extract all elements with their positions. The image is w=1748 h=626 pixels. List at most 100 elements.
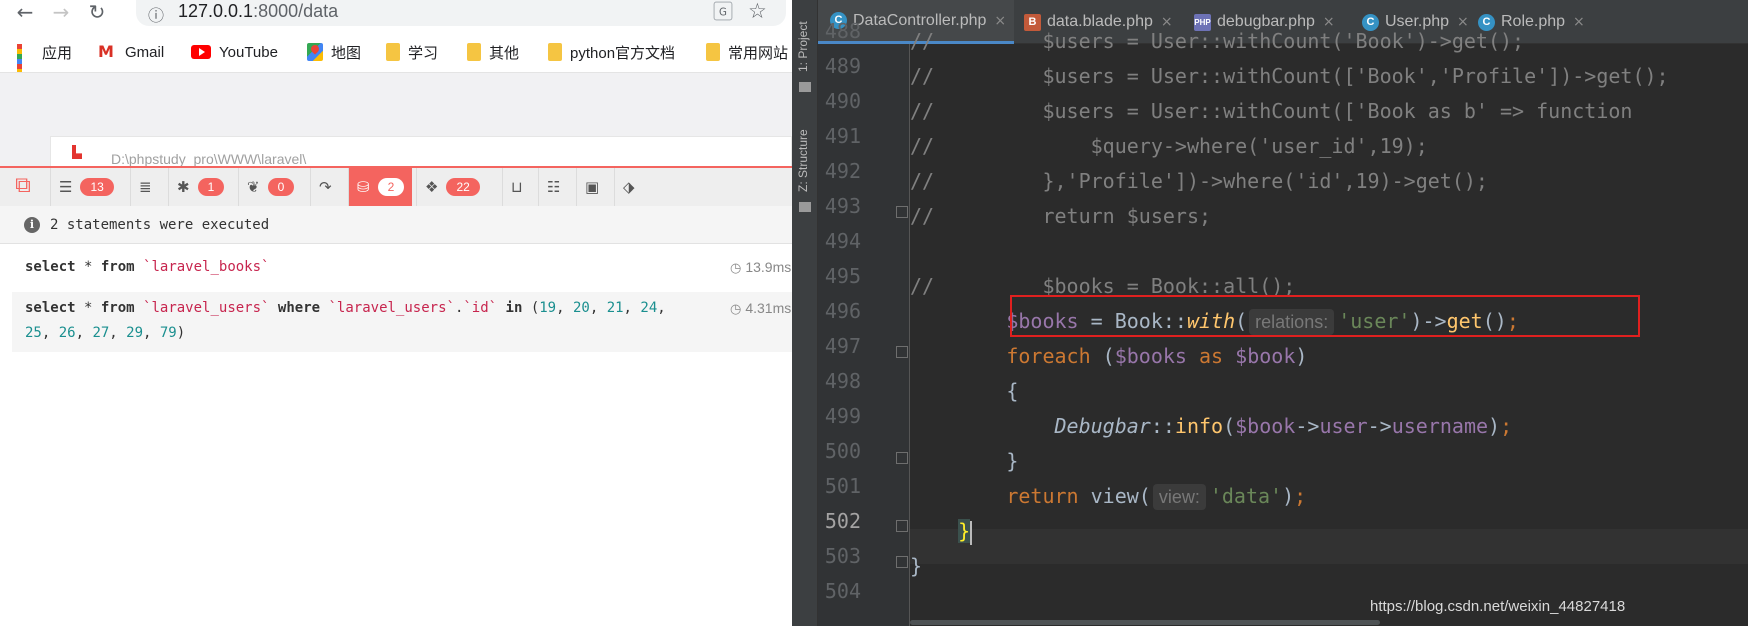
reload-icon[interactable]: ↻ [82, 0, 112, 24]
line-number: 501 [824, 474, 861, 498]
laravel-logo-icon [72, 145, 82, 159]
line-number: 503 [824, 544, 861, 568]
bookmark-folder-other[interactable]: 其他 [467, 38, 519, 66]
code-line: { [910, 379, 1019, 403]
debugbar-tab-session[interactable]: ▣ [576, 168, 607, 206]
debugbar-tab-queries[interactable]: ⛁ 2 [348, 168, 413, 206]
debugbar-tab-exceptions[interactable]: ✱ 1 [168, 168, 232, 206]
fold-marker-icon[interactable] [896, 520, 908, 532]
code-editor[interactable]: // $users = User::withCount('Book')->get… [910, 29, 1748, 626]
line-number: 491 [824, 124, 861, 148]
code-line: } [958, 519, 973, 545]
watermark-text: https://blog.csdn.net/weixin_44827418 [1370, 598, 1626, 615]
line-number: 499 [824, 404, 861, 428]
folder-icon [706, 43, 720, 61]
bookmark-folder-python-docs[interactable]: python官方文档 [548, 38, 675, 66]
views-badge: 0 [267, 178, 295, 196]
bookmarks-bar: 应用 M Gmail YouTube 地图 学习 其他 python官方文档 常 [0, 38, 792, 89]
code-line: // $users = User::withCount('Book')->get… [910, 29, 1525, 53]
code-line: Debugbar::info($book->user->username); [1054, 414, 1513, 438]
line-number: 495 [824, 264, 861, 288]
line-number: 500 [824, 439, 861, 463]
bug-icon: ✱ [177, 178, 190, 196]
line-number: 488 [824, 19, 861, 43]
debugbar-tab-views[interactable]: ❦ 0 [238, 168, 302, 206]
project-tool-tab[interactable]: 1: Project [796, 21, 810, 72]
timeline-icon: ≣ [139, 178, 152, 196]
folder-icon [548, 43, 562, 61]
bookmark-apps[interactable]: 应用 [17, 38, 72, 89]
debugbar-tab-models[interactable]: ❖ 22 [416, 168, 488, 206]
list-icon: ☷ [547, 178, 561, 196]
clock-icon: ◷ [730, 261, 742, 276]
line-number: 492 [824, 159, 861, 183]
exceptions-badge: 1 [197, 178, 225, 196]
clock-icon: ◷ [730, 302, 742, 317]
code-line: // return $users; [910, 204, 1212, 228]
bookmark-label: 学习 [408, 44, 439, 62]
url-text: 127.0.0.1:8000/data [178, 1, 339, 21]
highlight-annotation-box [1010, 295, 1640, 337]
address-bar[interactable]: ⓘ 127.0.0.1:8000/data G ☆ [136, 0, 786, 26]
fold-marker-icon[interactable] [896, 452, 908, 464]
debugbar-header: ⧉ ☰ 13 ≣ ✱ 1 ❦ 0 ↷ ⛁ 2 ❖ 22 ⊔ ☷ ▣ ⬗ [0, 166, 792, 206]
structure-icon[interactable] [799, 202, 811, 212]
text-caret [970, 520, 973, 545]
messages-badge: 13 [80, 178, 114, 196]
line-number: 497 [824, 334, 861, 358]
fold-marker-icon[interactable] [896, 346, 908, 358]
bookmark-gmail[interactable]: M Gmail [98, 38, 164, 66]
archive-icon: ▣ [585, 178, 600, 196]
fold-marker-icon[interactable] [896, 206, 908, 218]
debugbar-tab-route[interactable]: ↷ [310, 168, 340, 206]
structure-tool-tab[interactable]: Z: Structure [796, 129, 810, 192]
fold-marker-icon[interactable] [896, 556, 908, 568]
code-line: // $users = User::withCount(['Book','Pro… [910, 64, 1669, 88]
translate-icon[interactable]: G [713, 1, 733, 21]
horizontal-scrollbar[interactable] [910, 620, 1380, 625]
forward-arrow-icon[interactable]: → [46, 0, 76, 24]
bookmark-label: 常用网站 [728, 44, 789, 62]
statements-summary-text: 2 statements were executed [50, 217, 270, 233]
back-arrow-icon[interactable]: ← [10, 0, 40, 24]
close-icon[interactable]: × [1573, 14, 1585, 30]
debugbar-tab-timeline[interactable]: ≣ [130, 168, 160, 206]
bookmark-maps[interactable]: 地图 [307, 38, 361, 66]
apps-grid-icon [17, 43, 34, 89]
code-line: // $users = User::withCount(['Book as b'… [910, 99, 1633, 123]
models-badge: 22 [446, 178, 480, 196]
share-arrow-icon: ↷ [319, 178, 332, 196]
bookmark-folder-common-sites[interactable]: 常用网站 [706, 38, 788, 66]
page-path-text: D:\phpstudy_pro\WWW\laravel\ [111, 151, 307, 167]
laravel-debugbar-logo-icon[interactable]: ⧉ [10, 173, 36, 199]
ide-tool-strip: 1: Project Z: Structure [792, 0, 818, 626]
info-circle-icon: i [24, 217, 40, 233]
debugbar-tab-request[interactable]: ☷ [538, 168, 568, 206]
folder-icon[interactable] [799, 82, 811, 92]
bookmark-label: YouTube [219, 43, 278, 61]
line-number: 498 [824, 369, 861, 393]
line-number: 493 [824, 194, 861, 218]
code-line: } [910, 554, 923, 578]
line-number: 490 [824, 89, 861, 113]
debugbar-tab-messages[interactable]: ☰ 13 [50, 168, 122, 206]
param-hint: view: [1152, 484, 1206, 510]
line-number: 489 [824, 54, 861, 78]
line-number: 496 [824, 299, 861, 323]
browser-window: ← → ↻ ⓘ 127.0.0.1:8000/data G ☆ 应用 M Gma… [0, 0, 792, 626]
debugbar-tab-mails[interactable]: ⊔ [502, 168, 531, 206]
sql-statement-row[interactable]: select * from `laravel_users` where `lar… [12, 292, 792, 352]
info-icon[interactable]: ⓘ [148, 2, 164, 26]
messages-icon: ☰ [59, 178, 73, 196]
bookmark-label: 其他 [489, 44, 520, 62]
folder-icon [386, 43, 400, 61]
bookmark-youtube[interactable]: YouTube [191, 38, 278, 66]
debugbar-tab-tags[interactable]: ⬗ [614, 168, 643, 206]
bookmark-star-icon[interactable]: ☆ [748, 0, 767, 23]
code-line: } [910, 449, 1019, 473]
youtube-icon [191, 45, 211, 59]
bookmark-folder-study[interactable]: 学习 [386, 38, 438, 66]
statement-duration: ◷ 4.31ms [730, 300, 792, 317]
database-icon: ⛁ [357, 178, 370, 196]
sql-statement-row[interactable]: select * from `laravel_books` ◷ 13.9ms [12, 251, 792, 285]
